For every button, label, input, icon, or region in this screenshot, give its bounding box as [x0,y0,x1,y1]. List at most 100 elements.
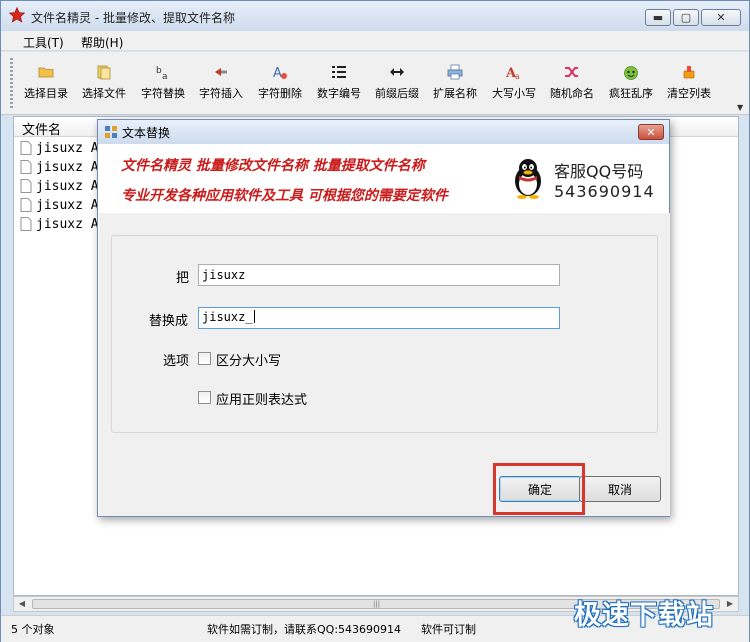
replace-input-value: jisuxz_ [202,310,253,324]
toolbar-replace-button[interactable]: ba 字符替换 [136,60,190,104]
files-icon [97,65,111,80]
toolbar-label: 随机命名 [550,87,594,100]
toolbar-label: 扩展名称 [433,87,477,100]
star-app-icon [9,7,25,23]
toolbar: 选择目录 选择文件 ba 字符替换 字符插入 A 字符删除 数字编号 前缀后缀 … [1,52,749,115]
replace-label: 替换成 [149,314,189,329]
toolbar-label: 字符替换 [141,87,185,100]
toolbar-overflow-icon[interactable]: ▼ [737,103,746,112]
file-icon [20,217,32,231]
close-icon: ✕ [646,125,656,139]
scroll-left-icon[interactable]: ◀ [17,599,27,609]
options-label: 选项 [163,354,190,369]
toolbar-grip[interactable] [10,58,13,108]
toolbar-select-folder-button[interactable]: 选择目录 [19,60,73,104]
scroll-right-icon[interactable]: ▶ [725,599,735,609]
svg-text:a: a [162,72,168,80]
find-label: 把 [176,271,190,286]
file-name: jisuxz A [36,140,99,156]
toolbar-label: 字符插入 [199,87,243,100]
toolbar-crazy-button[interactable]: 疯狂乱序 [604,60,658,104]
toolbar-label: 选择文件 [82,87,126,100]
regex-checkbox[interactable] [198,391,211,404]
toolbar-clear-button[interactable]: 清空列表 [662,60,716,104]
dialog-title: 文本替换 [122,126,171,140]
toolbar-label: 选择目录 [24,87,68,100]
clear-icon [683,66,695,79]
toolbar-label: 数字编号 [317,87,361,100]
title-bar[interactable]: 文件名精灵 - 批量修改、提取文件名称 ▬ ▢ ✕ [1,1,749,31]
file-name: jisuxz A [36,216,99,232]
shuffle-icon [565,67,578,77]
ad-banner: 文件名精灵 批量修改文件名称 批量提取文件名称 专业开发各种应用软件及工具 可根… [99,145,669,213]
svg-text:a: a [515,72,520,80]
file-name: jisuxz A [36,197,99,213]
menu-bar: 工具(T) 帮助(H) [1,31,749,51]
toolbar-number-button[interactable]: 数字编号 [312,60,366,104]
replace-input[interactable]: jisuxz_ [198,307,560,329]
watermark: 极速下载站 [574,600,714,631]
toolbar-select-file-button[interactable]: 选择文件 [77,60,131,104]
arrows-icon [390,68,404,76]
toolbar-prefix-suffix-button[interactable]: 前缀后缀 [370,60,424,104]
regex-label[interactable]: 应用正则表达式 [216,389,307,408]
toolbar-label: 清空列表 [667,87,711,100]
minimize-icon: ▬ [652,11,664,24]
dialog-title-bar[interactable]: 文本替换 ✕ [98,120,669,144]
banner-line-2: 专业开发各种应用软件及工具 可根据您的需要定软件 [121,188,448,204]
toolbar-label: 前缀后缀 [375,87,419,100]
find-input[interactable] [198,264,560,286]
file-icon [20,141,32,155]
toolbar-label: 疯狂乱序 [609,87,653,100]
maximize-icon: ▢ [680,11,692,24]
toolbar-insert-button[interactable]: 字符插入 [194,60,248,104]
insert-icon [215,68,227,76]
list-item[interactable]: jisuxz A [20,158,99,176]
status-contact: 软件如需订制，请联系QQ:543690914 [207,623,402,636]
printer-icon [447,64,463,80]
file-icon [20,198,32,212]
qq-label: 客服QQ号码 [554,162,644,181]
status-custom: 软件可订制 [421,623,476,636]
crazy-icon [624,66,638,80]
cancel-button[interactable]: 取消 [579,476,661,502]
minimize-button[interactable]: ▬ [645,9,671,26]
banner-line-1: 文件名精灵 批量修改文件名称 批量提取文件名称 [121,158,425,174]
svg-text:A: A [273,66,282,80]
menu-help[interactable]: 帮助(H) [81,34,123,51]
number-list-icon [332,66,346,78]
toolbar-random-button[interactable]: 随机命名 [545,60,599,104]
column-header-label: 文件名 [22,123,62,138]
delete-char-icon: A [273,66,287,80]
ok-highlight-frame [493,463,585,515]
toolbar-extension-button[interactable]: 扩展名称 [428,60,482,104]
toolbar-delete-char-button[interactable]: A 字符删除 [253,60,307,104]
toolbar-case-button[interactable]: Aa 大写小写 [487,60,541,104]
text-caret [253,310,255,323]
toolbar-label: 大写小写 [492,87,536,100]
dialog-close-button[interactable]: ✕ [638,124,664,140]
status-count: 5 个对象 [11,623,55,636]
replace-icon: ba [156,66,168,80]
scroll-grip-icon: ||| [373,600,381,608]
file-name: jisuxz A [36,159,99,175]
toolbar-label: 字符删除 [258,87,302,100]
replace-dialog: 文本替换 ✕ 文件名精灵 批量修改文件名称 批量提取文件名称 专业开发各种应用软… [97,119,670,517]
file-name: jisuxz A [36,178,99,194]
close-button[interactable]: ✕ [701,9,741,26]
window-title: 文件名精灵 - 批量修改、提取文件名称 [31,11,235,25]
qq-penguin-icon [515,159,541,199]
file-icon [20,160,32,174]
case-sensitive-checkbox[interactable] [198,352,211,365]
folder-icon [38,67,54,78]
menu-tools[interactable]: 工具(T) [23,34,64,51]
list-item[interactable]: jisuxz A [20,139,99,157]
list-item[interactable]: jisuxz A [20,177,99,195]
case-sensitive-label[interactable]: 区分大小写 [216,350,281,369]
case-icon: Aa [506,66,520,80]
list-item[interactable]: jisuxz A [20,215,99,233]
close-icon: ✕ [716,11,726,24]
list-item[interactable]: jisuxz A [20,196,99,214]
maximize-button[interactable]: ▢ [673,9,699,26]
file-icon [20,179,32,193]
